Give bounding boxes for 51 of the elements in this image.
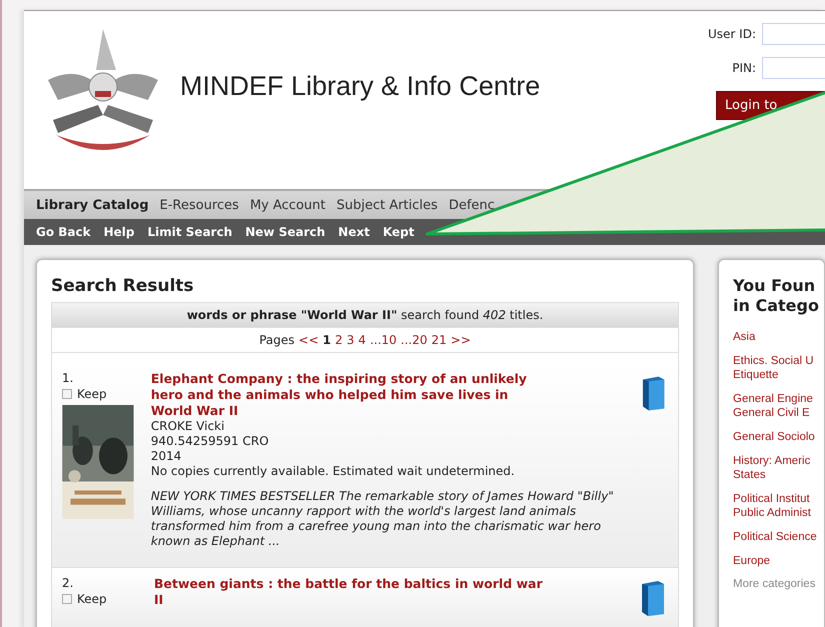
page-link[interactable]: >> (450, 333, 471, 347)
panel-heading: Search Results (51, 276, 195, 296)
keep-checkbox[interactable] (62, 594, 72, 604)
category-link[interactable]: Ethics. Social U Etiquette (733, 354, 824, 382)
nav-link[interactable]: Next (338, 225, 370, 239)
search-summary: words or phrase "World War II" search found 402 titles. (52, 303, 678, 328)
category-link[interactable]: Political Science (733, 530, 824, 544)
nav-link[interactable]: New Search (245, 225, 326, 239)
nav-link[interactable]: Kept (382, 225, 414, 239)
nav-tab[interactable]: Library Catalog (36, 198, 149, 212)
category-link[interactable]: Asia (733, 330, 824, 344)
book-icon (640, 580, 666, 616)
year-text: 2014 (150, 449, 182, 464)
page-link[interactable]: ...20 (400, 333, 428, 347)
keep-label: Keep (77, 592, 107, 606)
nav-tab[interactable]: E-Resources (160, 198, 239, 212)
page-link[interactable]: 3 (346, 333, 354, 347)
category-link[interactable]: History: Americ States (733, 454, 824, 482)
result-number: 2. (62, 576, 74, 590)
more-categories-link[interactable]: More categories (733, 578, 824, 590)
nav-tab[interactable]: Defenc (448, 198, 495, 212)
book-icon (640, 375, 666, 411)
category-link[interactable]: General Engine General Civil E (733, 392, 824, 420)
result-number: 1. (62, 371, 74, 385)
category-link[interactable]: General Sociolo (733, 430, 824, 444)
user-id-label: User ID: (708, 27, 756, 41)
nav-link[interactable]: Limit Search (148, 225, 232, 239)
nav-link[interactable]: Help (104, 225, 134, 239)
result-title[interactable]: Elephant Company : the inspiring story of an unlikely hero and the animals who helped him save lives in World War II (150, 371, 551, 419)
page-link[interactable]: 1 (322, 333, 332, 347)
nav-link[interactable]: Go Back (36, 225, 91, 239)
keep-checkbox[interactable] (62, 389, 72, 399)
author-text: CROKE Vicki (150, 419, 226, 434)
pin-label: PIN: (732, 61, 756, 75)
availability-text: No copies currently available. Estimated wait undetermined. (150, 464, 516, 479)
call-number: 940.54259591 CRO (150, 434, 270, 449)
page-link[interactable]: << (298, 333, 319, 347)
pages-label: Pages (259, 333, 295, 347)
keep-label: Keep (77, 387, 107, 401)
site-title: MINDEF Library & Info Centre (180, 71, 540, 102)
category-link[interactable]: Europe (733, 554, 824, 568)
nav-tab[interactable]: My Account (250, 198, 326, 212)
page-link[interactable]: 2 (335, 333, 343, 347)
result-title[interactable]: Between giants : the battle for the baltics in world war II (154, 576, 554, 608)
category-link[interactable]: Political Institut Public Administ (733, 492, 824, 520)
panel-heading: You Foun in Catego (733, 276, 820, 316)
summary-text: NEW YORK TIMES BESTSELLER The remarkable story of James Howard "Billy" Williams, whose uncanny rapport with the world's largest land animals transformed him from a carefree young man into the charismatic war hero known as Elephant ... (150, 489, 615, 549)
page-link[interactable]: 21 (431, 333, 447, 347)
nav-tab[interactable]: Subject Articles (336, 198, 438, 212)
page-link[interactable]: 4 (358, 333, 366, 347)
page-link[interactable]: ...10 (370, 333, 397, 347)
